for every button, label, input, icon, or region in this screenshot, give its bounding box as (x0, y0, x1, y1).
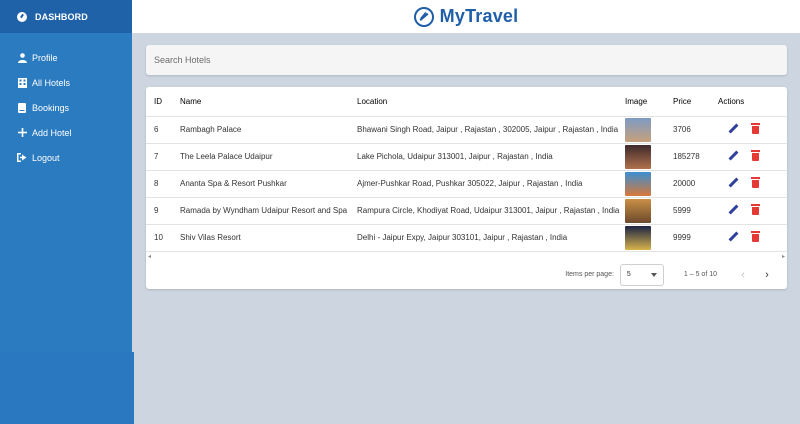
compass-logo-icon (413, 6, 434, 27)
scroll-left-icon[interactable]: ◂ (148, 253, 151, 260)
sidebar-title: DASHBORD (35, 11, 88, 22)
cell-actions (718, 116, 787, 144)
column-header-price: Price (673, 87, 718, 117)
items-per-page-label: Items per page: (565, 271, 614, 278)
sidebar-item-add-hotel[interactable]: Add Hotel (0, 120, 132, 145)
edit-icon[interactable] (728, 123, 739, 134)
sidebar-item-bookings[interactable]: Bookings (0, 95, 132, 120)
delete-icon[interactable] (751, 204, 760, 215)
cell-image (625, 143, 673, 171)
sidebar-header[interactable]: DASHBORD (0, 0, 132, 33)
column-header-actions: Actions (718, 87, 787, 117)
search-box[interactable] (146, 45, 787, 75)
sidebar-item-label: Logout (32, 152, 60, 163)
sidebar-footer (0, 352, 132, 424)
brand-name: MyTravel (439, 6, 519, 26)
logout-icon (17, 153, 27, 163)
cell-actions (718, 170, 787, 198)
delete-icon[interactable] (751, 231, 760, 242)
cell-id: 8 (146, 170, 180, 198)
edit-icon[interactable] (728, 150, 739, 161)
edit-icon[interactable] (728, 204, 739, 215)
previous-page-button[interactable]: ‹ (735, 267, 751, 283)
sidebar-item-label: Add Hotel (32, 127, 72, 138)
cell-location: Lake Pichola, Udaipur 313001, Jaipur , R… (357, 143, 625, 171)
sidebar-item-profile[interactable]: Profile (0, 45, 132, 70)
next-page-button[interactable]: › (759, 267, 775, 283)
cell-price: 20000 (673, 170, 718, 198)
cell-id: 7 (146, 143, 180, 171)
plus-icon (17, 128, 27, 138)
table-row: 8 Ananta Spa & Resort Pushkar Ajmer-Push… (146, 170, 787, 198)
chevron-down-icon (650, 272, 657, 277)
cell-id: 9 (146, 197, 180, 225)
hotel-image (625, 198, 651, 223)
cell-name: Ananta Spa & Resort Pushkar (180, 170, 357, 198)
search-input[interactable] (154, 55, 787, 65)
table-row: 9 Ramada by Wyndham Udaipur Resort and S… (146, 197, 787, 225)
cell-image (625, 197, 673, 225)
cell-location: Delhi - Jaipur Expy, Jaipur 303101, Jaip… (357, 224, 625, 252)
sidebar-edge (131, 352, 134, 424)
page-size-value: 5 (626, 271, 631, 278)
table-row: 10 Shiv Vilas Resort Delhi - Jaipur Expy… (146, 224, 787, 252)
cell-image (625, 170, 673, 198)
hotels-table: ID Name Location Image Price Actions 6 R… (146, 87, 787, 252)
page-size-select[interactable]: 5 (619, 263, 664, 286)
dashboard-icon (17, 11, 27, 22)
column-header-location: Location (357, 87, 625, 117)
edit-icon[interactable] (728, 177, 739, 188)
hotel-image (625, 144, 651, 169)
cell-image (625, 116, 673, 144)
hotels-table-card: ID Name Location Image Price Actions 6 R… (146, 87, 787, 289)
cell-name: Shiv Vilas Resort (180, 224, 357, 252)
cell-actions (718, 143, 787, 171)
cell-location: Ajmer-Pushkar Road, Pushkar 305022, Jaip… (357, 170, 625, 198)
cell-id: 6 (146, 116, 180, 144)
hotel-image (625, 171, 651, 196)
edit-icon[interactable] (728, 231, 739, 242)
sidebar-item-label: Bookings (32, 102, 70, 113)
cell-name: Ramada by Wyndham Udaipur Resort and Spa (180, 197, 357, 225)
delete-icon[interactable] (751, 150, 760, 161)
hotel-image (625, 225, 651, 250)
brand[interactable]: MyTravel (413, 6, 519, 27)
cell-location: Rampura Circle, Khodiyat Road, Udaipur 3… (357, 197, 625, 225)
cell-price: 5999 (673, 197, 718, 225)
cell-price: 185278 (673, 143, 718, 171)
cell-price: 9999 (673, 224, 718, 252)
delete-icon[interactable] (751, 177, 760, 188)
sidebar: DASHBORD Profile All Hotels Bookings Add… (0, 0, 132, 424)
delete-icon[interactable] (751, 123, 760, 134)
person-icon (17, 52, 27, 63)
sidebar-menu: Profile All Hotels Bookings Add Hotel Lo… (0, 33, 132, 170)
sidebar-item-all-hotels[interactable]: All Hotels (0, 70, 132, 95)
horizontal-scrollbar[interactable]: ◂ ▸ (146, 252, 787, 260)
page-range-label: 1 – 5 of 10 (683, 271, 717, 278)
cell-id: 10 (146, 224, 180, 252)
book-icon (17, 102, 27, 113)
building-icon (17, 77, 27, 88)
cell-name: Rambagh Palace (180, 116, 357, 144)
sidebar-item-logout[interactable]: Logout (0, 145, 132, 170)
cell-location: Bhawani Singh Road, Jaipur , Rajastan , … (357, 116, 625, 144)
cell-actions (718, 197, 787, 225)
table-header-row: ID Name Location Image Price Actions (146, 87, 787, 117)
table-row: 7 The Leela Palace Udaipur Lake Pichola,… (146, 143, 787, 171)
cell-actions (718, 224, 787, 252)
sidebar-item-label: Profile (32, 52, 58, 63)
top-header: MyTravel (132, 0, 800, 33)
cell-name: The Leela Palace Udaipur (180, 143, 357, 171)
column-header-image: Image (625, 87, 673, 117)
column-header-id: ID (146, 87, 180, 117)
table-row: 6 Rambagh Palace Bhawani Singh Road, Jai… (146, 116, 787, 144)
cell-image (625, 224, 673, 252)
column-header-name: Name (180, 87, 357, 117)
cell-price: 3706 (673, 116, 718, 144)
hotel-image (625, 117, 651, 142)
scroll-right-icon[interactable]: ▸ (782, 253, 785, 260)
sidebar-item-label: All Hotels (32, 77, 71, 88)
paginator: Items per page: 5 1 – 5 of 10 ‹ › (146, 260, 787, 289)
